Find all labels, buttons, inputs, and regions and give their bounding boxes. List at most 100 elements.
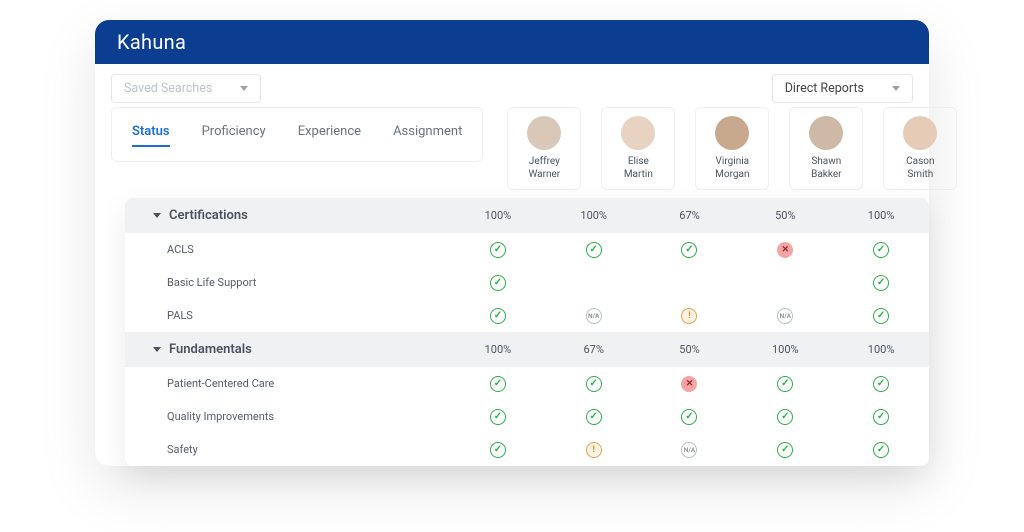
people-strip: JeffreyWarner EliseMartin VirginiaMorgan Sh… [507,107,957,190]
na-icon [777,308,793,324]
check-icon [490,442,506,458]
check-icon [777,442,793,458]
header-row: Status Proficiency Experience Assignment Je… [95,107,929,190]
status-cell [546,277,642,289]
status-cell [546,370,642,398]
status-cell [546,236,642,264]
tab-proficiency[interactable]: Proficiency [202,124,266,147]
check-icon [586,409,602,425]
app-card: Kahuna Saved Searches Direct Reports Sta… [95,20,929,466]
skill-row: Safety [125,433,929,466]
person-card[interactable]: JeffreyWarner [507,107,581,190]
status-cell [642,277,738,289]
status-cell [450,236,546,264]
check-icon [873,275,889,291]
na-icon [586,308,602,324]
status-cell [450,269,546,297]
status-cell [737,277,833,289]
fail-icon [777,242,793,258]
check-icon [777,376,793,392]
status-cell [546,403,642,431]
tabs-card: Status Proficiency Experience Assignment [111,107,483,162]
check-icon [586,376,602,392]
status-cell [737,370,833,398]
skill-name: Quality Improvements [125,400,450,433]
tab-assignment[interactable]: Assignment [393,124,462,147]
avatar [903,116,937,150]
skill-name: PALS [125,299,450,332]
check-icon [490,308,506,324]
warn-icon [681,308,697,324]
status-cell [642,236,738,264]
status-cell [833,236,929,264]
check-icon [777,409,793,425]
status-cell [737,436,833,464]
avatar [527,116,561,150]
check-icon [681,242,697,258]
warn-icon [586,442,602,458]
avatar [715,116,749,150]
check-icon [490,242,506,258]
status-cell [450,403,546,431]
person-name: ShawnBakker [794,156,858,181]
status-cell [737,403,833,431]
saved-searches-select[interactable]: Saved Searches [111,74,261,103]
status-cell [737,302,833,330]
group-title: Fundamentals [125,332,450,367]
tab-experience[interactable]: Experience [298,124,361,147]
group-title: Certifications [125,198,450,233]
chevron-down-icon [892,86,900,91]
person-card[interactable]: VirginiaMorgan [695,107,769,190]
status-cell [450,436,546,464]
person-name: JeffreyWarner [512,156,576,181]
person-card[interactable]: CasonSmith [883,107,957,190]
check-icon [873,242,889,258]
check-icon [873,376,889,392]
chevron-down-icon [153,213,161,218]
brand-name: Kahuna [117,30,186,54]
summary-cell: 50% [737,201,833,230]
person-name: CasonSmith [888,156,952,181]
status-cell [833,370,929,398]
status-cell [833,302,929,330]
check-icon [490,376,506,392]
check-icon [586,242,602,258]
direct-reports-label: Direct Reports [785,81,864,96]
summary-cell: 67% [642,201,738,230]
check-icon [681,409,697,425]
status-cell [642,370,738,398]
person-card[interactable]: ShawnBakker [789,107,863,190]
skills-grid: Certifications100%100%67%50%100%ACLSBasi… [125,198,929,466]
status-cell [546,302,642,330]
person-name: VirginiaMorgan [700,156,764,181]
status-cell [833,269,929,297]
summary-cell: 100% [833,335,929,364]
summary-cell: 100% [546,201,642,230]
status-cell [450,370,546,398]
toolbar: Saved Searches Direct Reports [95,64,929,107]
check-icon [490,275,506,291]
avatar [809,116,843,150]
check-icon [873,308,889,324]
skill-row: Patient-Centered Care [125,367,929,400]
na-icon [681,442,697,458]
skill-row: PALS [125,299,929,332]
status-cell [642,302,738,330]
group-header[interactable]: Fundamentals100%67%50%100%100% [125,332,929,367]
status-cell [833,436,929,464]
saved-searches-label: Saved Searches [124,81,212,96]
skill-name: ACLS [125,233,450,266]
status-cell [737,236,833,264]
check-icon [873,442,889,458]
direct-reports-select[interactable]: Direct Reports [772,74,913,103]
group-header[interactable]: Certifications100%100%67%50%100% [125,198,929,233]
summary-cell: 100% [450,201,546,230]
skill-row: ACLS [125,233,929,266]
skill-name: Basic Life Support [125,266,450,299]
status-cell [450,302,546,330]
check-icon [873,409,889,425]
person-card[interactable]: EliseMartin [601,107,675,190]
chevron-down-icon [153,347,161,352]
tab-status[interactable]: Status [132,124,170,147]
summary-cell: 50% [642,335,738,364]
